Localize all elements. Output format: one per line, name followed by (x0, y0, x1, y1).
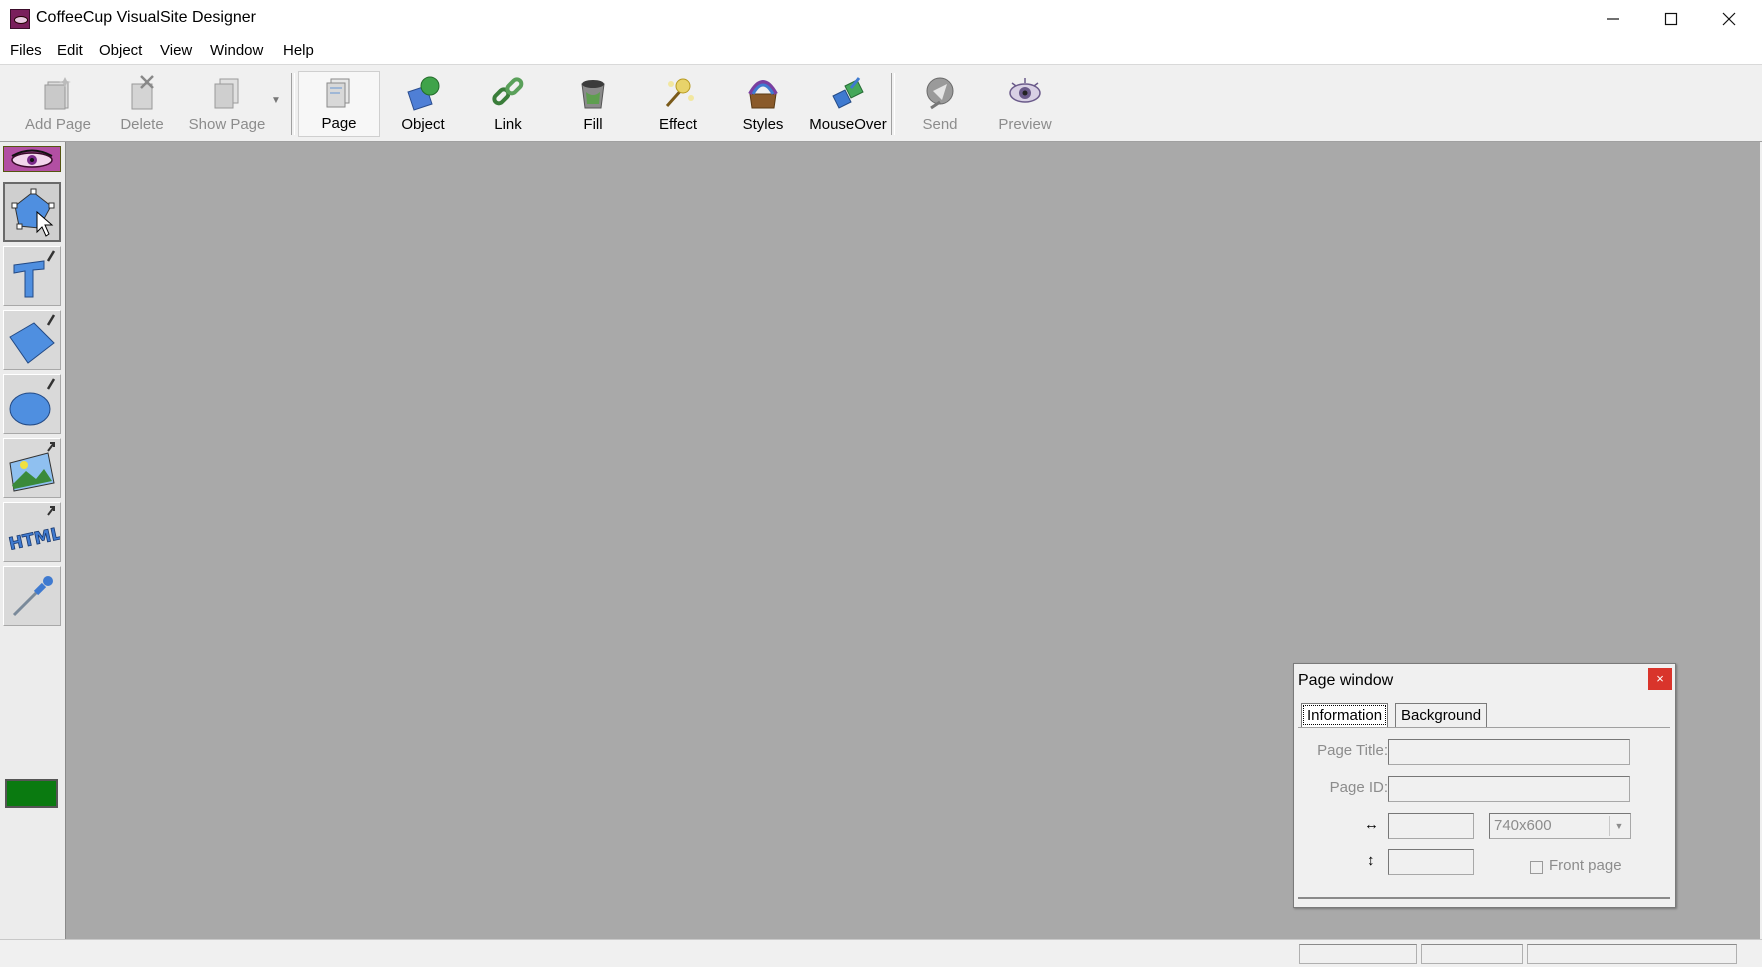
page-button[interactable]: Page (298, 71, 380, 137)
page-window-close-button[interactable]: × (1648, 668, 1672, 690)
menu-view[interactable]: View (159, 42, 193, 59)
styles-button[interactable]: Styles (732, 71, 794, 137)
menu-files[interactable]: Files (9, 42, 43, 59)
page-label: Page (321, 115, 357, 132)
effect-label: Effect (658, 116, 698, 133)
styles-box-icon (748, 80, 778, 109)
window-title: CoffeeCup VisualSite Designer (36, 9, 256, 26)
toolbar-separator (891, 73, 895, 135)
show-page-label: Show Page (188, 116, 266, 133)
preview-eye-icon (1009, 78, 1041, 103)
page-title-field[interactable] (1388, 739, 1630, 765)
link-button[interactable]: Link (474, 71, 542, 137)
page-window-title: Page window (1298, 672, 1394, 689)
current-color-swatch[interactable] (5, 779, 58, 808)
tab-information[interactable]: Information (1301, 703, 1389, 727)
page-size-value: 740x600 (1494, 817, 1552, 834)
ellipse-icon (9, 378, 56, 426)
tab-background[interactable]: Background (1395, 703, 1488, 727)
svg-text:HTML: HTML (7, 524, 60, 555)
send-label: Send (922, 116, 958, 133)
main-toolbar: Add Page Delete Show Page ▼ Page Object (0, 65, 1762, 142)
menu-object[interactable]: Object (98, 42, 143, 59)
status-pane (1527, 944, 1737, 964)
preview-label: Preview (998, 116, 1052, 133)
image-icon (9, 442, 55, 492)
page-height-field[interactable] (1388, 849, 1474, 875)
tab-divider (1298, 727, 1670, 728)
mouseover-button[interactable]: MouseOver (806, 71, 890, 137)
fill-label: Fill (583, 116, 603, 133)
page-id-field[interactable] (1388, 776, 1630, 802)
delete-icon (131, 75, 154, 110)
link-label: Link (494, 116, 522, 133)
page-window-panel: Page window × Information Background Pag… (1293, 663, 1676, 908)
html-tool[interactable]: HTML (3, 502, 61, 562)
object-label: Object (401, 116, 445, 133)
app-eye-icon (10, 9, 30, 29)
show-page-icon (214, 78, 239, 109)
minimize-icon (1607, 18, 1619, 20)
status-bar (0, 939, 1762, 967)
page-size-select[interactable]: 740x600 ▼ (1489, 813, 1631, 839)
menu-help[interactable]: Help (282, 42, 315, 59)
object-icon (407, 76, 440, 111)
mouseover-icon (832, 77, 864, 109)
send-icon (926, 77, 954, 110)
effect-button[interactable]: Effect (640, 71, 716, 137)
add-page-label: Add Page (25, 116, 91, 133)
menu-bar: Files Edit Object View Window Help (0, 38, 1762, 65)
width-arrow-icon: ↔ (1364, 816, 1379, 833)
status-pane (1421, 944, 1523, 964)
fill-bucket-icon (581, 80, 605, 109)
tool-palette: HTML (0, 142, 66, 939)
front-page-label: Front page (1549, 857, 1622, 874)
close-button[interactable] (1700, 0, 1758, 38)
status-pane (1299, 944, 1417, 964)
link-chain-icon (492, 77, 524, 106)
send-button[interactable]: Send (908, 71, 972, 137)
maximize-button[interactable] (1642, 0, 1700, 38)
add-page-icon (44, 77, 71, 110)
html-icon: HTML (7, 506, 60, 555)
preview-button[interactable]: Preview (992, 71, 1058, 137)
toolbar-separator (291, 73, 295, 135)
title-bar: CoffeeCup VisualSite Designer (0, 0, 1762, 39)
show-page-button[interactable]: Show Page (185, 71, 269, 137)
eyedropper-tool[interactable] (3, 566, 61, 626)
text-T-icon (13, 250, 56, 298)
add-page-button[interactable]: Add Page (20, 71, 96, 137)
eyedropper-icon (12, 576, 53, 617)
fill-button[interactable]: Fill (560, 71, 626, 137)
ellipse-tool[interactable] (3, 374, 61, 434)
object-button[interactable]: Object (388, 71, 458, 137)
select-tool[interactable] (3, 182, 61, 242)
eye-logo-icon (11, 149, 53, 168)
effect-sparkle-icon (665, 78, 694, 107)
styles-label: Styles (742, 116, 784, 133)
front-page-checkbox[interactable] (1530, 861, 1543, 874)
menu-window[interactable]: Window (209, 42, 264, 59)
page-icon (326, 78, 350, 108)
show-page-dropdown-icon[interactable]: ▼ (271, 95, 281, 106)
brand-eye-logo (3, 146, 61, 172)
page-title-label: Page Title: (1317, 742, 1388, 759)
image-tool[interactable] (3, 438, 61, 498)
delete-button[interactable]: Delete (112, 71, 172, 137)
page-id-label: Page ID: (1329, 779, 1388, 796)
minimize-button[interactable] (1584, 0, 1642, 38)
page-width-field[interactable] (1388, 813, 1474, 839)
delete-label: Delete (120, 116, 164, 133)
menu-edit[interactable]: Edit (56, 42, 84, 59)
select-arrow-icon (11, 188, 55, 237)
rectangle-tool[interactable] (3, 310, 61, 370)
maximize-icon (1664, 12, 1678, 26)
rectangle-icon (9, 314, 56, 364)
text-tool[interactable] (3, 246, 61, 306)
close-icon (1722, 12, 1736, 26)
panel-bottom-divider (1298, 897, 1670, 899)
mouseover-label: MouseOver (809, 116, 887, 133)
height-arrow-icon: ↕ (1367, 852, 1375, 869)
chevron-down-icon[interactable]: ▼ (1609, 816, 1628, 836)
